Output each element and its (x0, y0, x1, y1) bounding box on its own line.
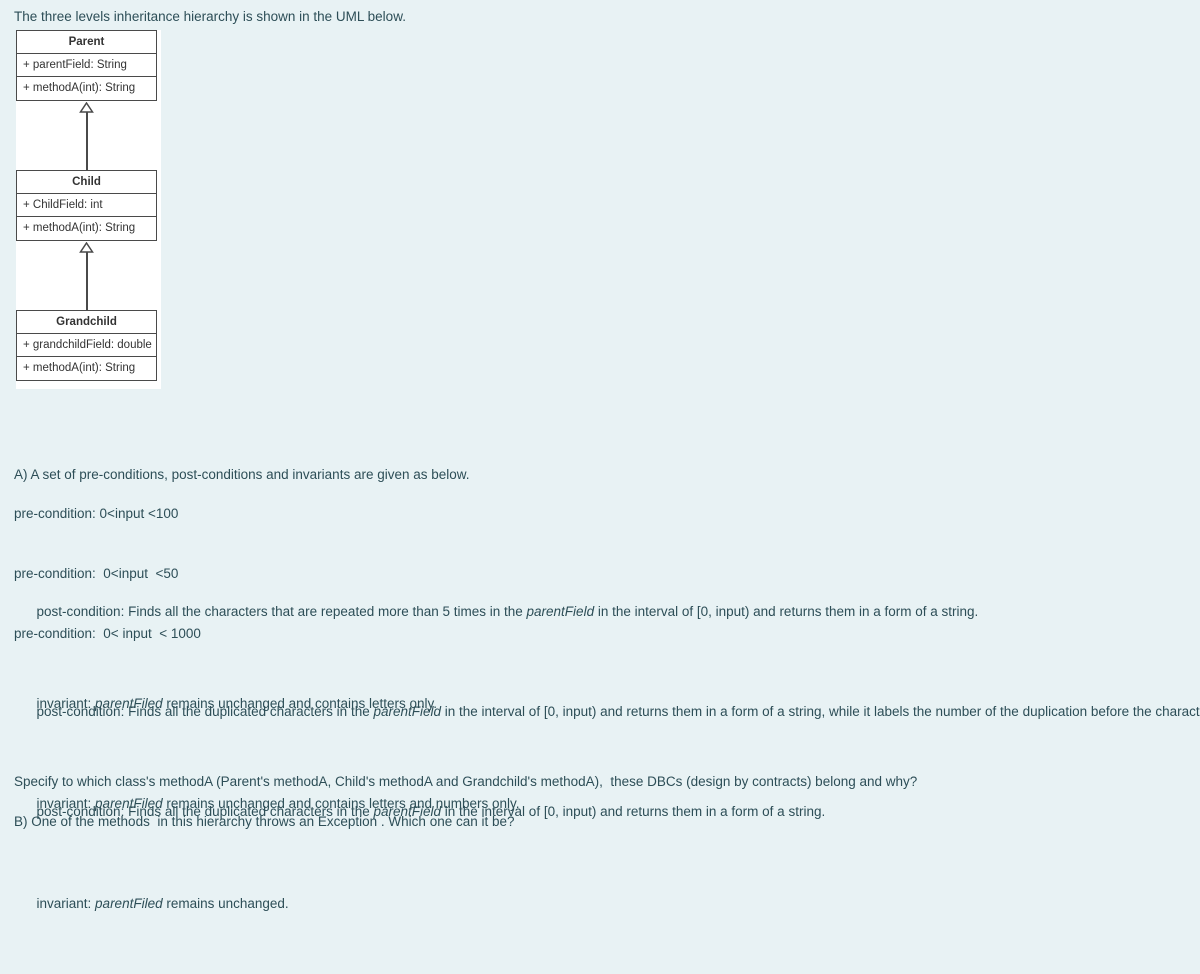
postcondition-suffix: in the interval of [0, input) and return… (594, 604, 979, 619)
invariant-emphasis: parentFiled (95, 696, 163, 711)
precondition-line: pre-condition: 0<input <100 (14, 506, 179, 521)
uml-class-diagram: Parent + parentField: String + methodA(i… (16, 30, 161, 389)
generalization-arrow-icon (79, 240, 94, 258)
postcondition-prefix: post-condition: Finds all the characters… (36, 604, 527, 619)
question-b-line: B) One of the methods in this hierarchy … (14, 814, 515, 829)
uml-class-child-name: Child (17, 171, 156, 194)
question-page: The three levels inheritance hierarchy i… (0, 0, 1200, 911)
generalization-line-child-to-parent (86, 110, 88, 170)
invariant-prefix: invariant: (36, 896, 96, 911)
invariant-line: invariant: parentFiled remains unchanged… (14, 674, 520, 734)
invariant-suffix: remains unchanged. (162, 896, 289, 911)
intro-text: The three levels inheritance hierarchy i… (14, 9, 406, 24)
uml-class-child: Child + ChildField: int + methodA(int): … (16, 170, 157, 241)
postcondition-line: post-condition: Finds all the characters… (14, 582, 1200, 642)
uml-class-grandchild-field: + grandchildField: double (17, 334, 156, 357)
uml-class-grandchild-method: + methodA(int): String (23, 362, 136, 374)
postcondition-suffix: in the interval of [0, input) and return… (441, 704, 1200, 719)
uml-class-child-method: + methodA(int): String (23, 222, 136, 234)
uml-class-child-field: + ChildField: int (17, 194, 156, 217)
invariant-emphasis: parentFiled (95, 896, 163, 911)
invariant-prefix: invariant: (36, 696, 96, 711)
postcondition-emphasis: parentField (526, 604, 595, 619)
uml-class-parent-field: + parentField: String (17, 54, 156, 77)
invariant-suffix: remains unchanged and contains letters o… (162, 696, 438, 711)
generalization-line-grandchild-to-child (86, 250, 88, 310)
uml-class-grandchild: Grandchild + grandchildField: double + m… (16, 310, 157, 381)
question-b-text: B) One of the methods in this hierarchy … (14, 772, 515, 872)
generalization-arrow-icon (79, 100, 94, 118)
uml-class-grandchild-name: Grandchild (17, 311, 156, 334)
uml-class-parent-method: + methodA(int): String (23, 82, 136, 94)
uml-class-parent: Parent + parentField: String + methodA(i… (16, 30, 157, 101)
invariant-line: invariant: parentFiled remains unchanged… (14, 874, 520, 934)
uml-class-parent-name: Parent (17, 31, 156, 54)
